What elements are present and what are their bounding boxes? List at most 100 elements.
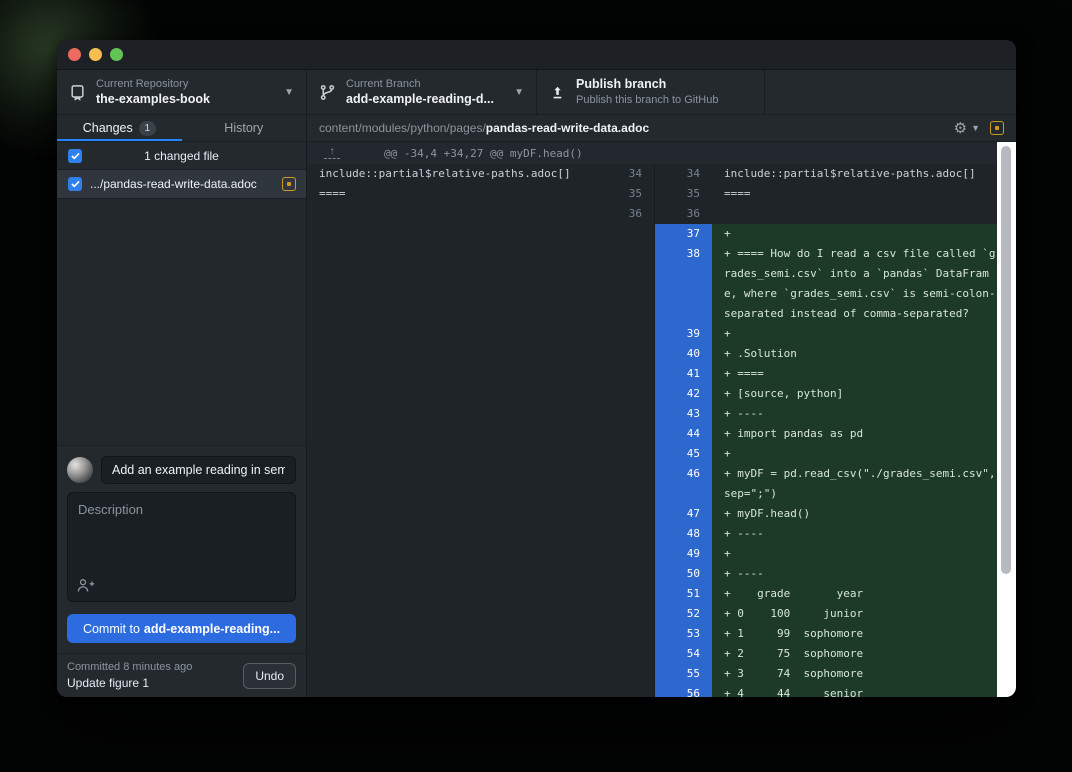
diff-row[interactable]: 49+ <box>307 544 997 564</box>
diff-old-content <box>307 324 599 344</box>
diff-new-line-number[interactable]: 40 <box>655 344 712 364</box>
diff-new-line-number[interactable]: 54 <box>655 644 712 664</box>
diff-old-content <box>307 504 599 524</box>
current-repository-selector[interactable]: Current Repository the-examples-book ▼ <box>57 70 307 114</box>
diff-new-line-number[interactable]: 35 <box>655 184 712 204</box>
diff-new-line-number[interactable]: 41 <box>655 364 712 384</box>
tab-history[interactable]: History <box>182 115 307 141</box>
diff-old-line-number[interactable] <box>599 664 655 684</box>
diff-row[interactable]: 56+ 4 44 senior <box>307 684 997 697</box>
diff-row[interactable]: 50+ ---- <box>307 564 997 584</box>
minimize-window-button[interactable] <box>89 48 102 61</box>
diff-old-line-number[interactable] <box>599 384 655 404</box>
diff-old-line-number[interactable]: 35 <box>599 184 655 204</box>
diff-new-line-number[interactable]: 43 <box>655 404 712 424</box>
file-path-name: pandas-read-write-data.adoc <box>486 121 649 135</box>
commit-description-input[interactable] <box>67 492 296 602</box>
add-coauthor-icon[interactable] <box>77 578 95 593</box>
diff-row[interactable]: 54+ 2 75 sophomore <box>307 644 997 664</box>
diff-row[interactable]: 43+ ---- <box>307 404 997 424</box>
diff-old-line-number[interactable] <box>599 324 655 344</box>
diff-old-line-number[interactable] <box>599 244 655 324</box>
diff-old-line-number[interactable]: 36 <box>599 204 655 224</box>
diff-new-line-number[interactable]: 44 <box>655 424 712 444</box>
diff-old-line-number[interactable] <box>599 584 655 604</box>
file-checkbox[interactable] <box>68 177 82 191</box>
commit-button[interactable]: Commit to add-example-reading... <box>67 614 296 643</box>
diff-new-line-number[interactable]: 50 <box>655 564 712 584</box>
diff-row[interactable]: 46+ myDF = pd.read_csv("./grades_semi.cs… <box>307 464 997 504</box>
diff-new-line-number[interactable]: 34 <box>655 164 712 184</box>
diff-row[interactable]: 40+ .Solution <box>307 344 997 364</box>
diff-row[interactable]: 47+ myDF.head() <box>307 504 997 524</box>
branch-text: Current Branch add-example-reading-d... <box>346 78 508 107</box>
diff-old-line-number[interactable] <box>599 364 655 384</box>
diff-new-line-number[interactable]: 51 <box>655 584 712 604</box>
diff-old-line-number[interactable] <box>599 624 655 644</box>
diff-new-line-number[interactable]: 55 <box>655 664 712 684</box>
diff-old-line-number[interactable] <box>599 604 655 624</box>
changed-file-row[interactable]: .../pandas-read-write-data.adoc <box>57 170 306 199</box>
commit-button-prefix: Commit to <box>83 622 140 636</box>
diff-new-line-number[interactable]: 46 <box>655 464 712 504</box>
diff-row[interactable]: 52+ 0 100 junior <box>307 604 997 624</box>
diff-old-line-number[interactable] <box>599 464 655 504</box>
zoom-window-button[interactable] <box>110 48 123 61</box>
diff-new-line-number[interactable]: 48 <box>655 524 712 544</box>
diff-old-line-number[interactable]: 34 <box>599 164 655 184</box>
diff-new-line-number[interactable]: 42 <box>655 384 712 404</box>
diff-old-content <box>307 524 599 544</box>
commit-summary-input[interactable] <box>101 456 296 484</box>
diff-row[interactable]: 44+ import pandas as pd <box>307 424 997 444</box>
chevron-down-icon: ▼ <box>284 87 294 98</box>
diff-old-line-number[interactable] <box>599 404 655 424</box>
diff-old-line-number[interactable] <box>599 224 655 244</box>
diff-new-line-number[interactable]: 53 <box>655 624 712 644</box>
diff-old-line-number[interactable] <box>599 344 655 364</box>
toolbar: Current Repository the-examples-book ▼ C… <box>57 70 1016 115</box>
diff-new-line-number[interactable]: 56 <box>655 684 712 697</box>
diff-row[interactable]: ====3535==== <box>307 184 997 204</box>
diff-new-line-number[interactable]: 45 <box>655 444 712 464</box>
diff-old-line-number[interactable] <box>599 504 655 524</box>
current-branch-selector[interactable]: Current Branch add-example-reading-d... … <box>307 70 537 114</box>
diff-row[interactable]: 48+ ---- <box>307 524 997 544</box>
diff-new-line-number[interactable]: 49 <box>655 544 712 564</box>
diff-new-line-number[interactable]: 52 <box>655 604 712 624</box>
diff-row[interactable]: 45+ <box>307 444 997 464</box>
diff-new-line-number[interactable]: 47 <box>655 504 712 524</box>
diff-new-line-number[interactable]: 39 <box>655 324 712 344</box>
undo-button[interactable]: Undo <box>243 663 296 689</box>
diff-row[interactable]: include::partial$relative-paths.adoc[]34… <box>307 164 997 184</box>
diff-old-line-number[interactable] <box>599 684 655 697</box>
diff-row[interactable]: 41+ ==== <box>307 364 997 384</box>
diff-new-content: + grade year <box>712 584 997 604</box>
diff-row[interactable]: 38+ ==== How do I read a csv file called… <box>307 244 997 324</box>
diff-rows: include::partial$relative-paths.adoc[]34… <box>307 164 997 697</box>
diff-row[interactable]: 53+ 1 99 sophomore <box>307 624 997 644</box>
publish-branch-button[interactable]: Publish branch Publish this branch to Gi… <box>537 70 765 114</box>
diff-old-line-number[interactable] <box>599 524 655 544</box>
diff-new-line-number[interactable]: 38 <box>655 244 712 324</box>
diff-new-line-number[interactable]: 36 <box>655 204 712 224</box>
expand-hunk-icon[interactable]: ↑ <box>324 147 340 159</box>
diff-row[interactable]: 3636 <box>307 204 997 224</box>
chevron-down-icon[interactable]: ▼ <box>971 123 980 133</box>
diff-row[interactable]: 51+ grade year <box>307 584 997 604</box>
diff-old-line-number[interactable] <box>599 644 655 664</box>
diff-row[interactable]: 42+ [source, python] <box>307 384 997 404</box>
close-window-button[interactable] <box>68 48 81 61</box>
tab-changes[interactable]: Changes 1 <box>57 115 182 141</box>
diff-row[interactable]: 55+ 3 74 sophomore <box>307 664 997 684</box>
diff-row[interactable]: 39+ <box>307 324 997 344</box>
diff-scrollbar-track[interactable] <box>997 142 1016 697</box>
gear-icon[interactable]: ⚙ <box>954 121 967 136</box>
diff-old-line-number[interactable] <box>599 424 655 444</box>
diff-new-content: + myDF.head() <box>712 504 997 524</box>
diff-old-line-number[interactable] <box>599 564 655 584</box>
diff-old-line-number[interactable] <box>599 444 655 464</box>
diff-old-line-number[interactable] <box>599 544 655 564</box>
diff-scrollbar-thumb[interactable] <box>1001 146 1011 574</box>
diff-row[interactable]: 37+ <box>307 224 997 244</box>
diff-new-line-number[interactable]: 37 <box>655 224 712 244</box>
